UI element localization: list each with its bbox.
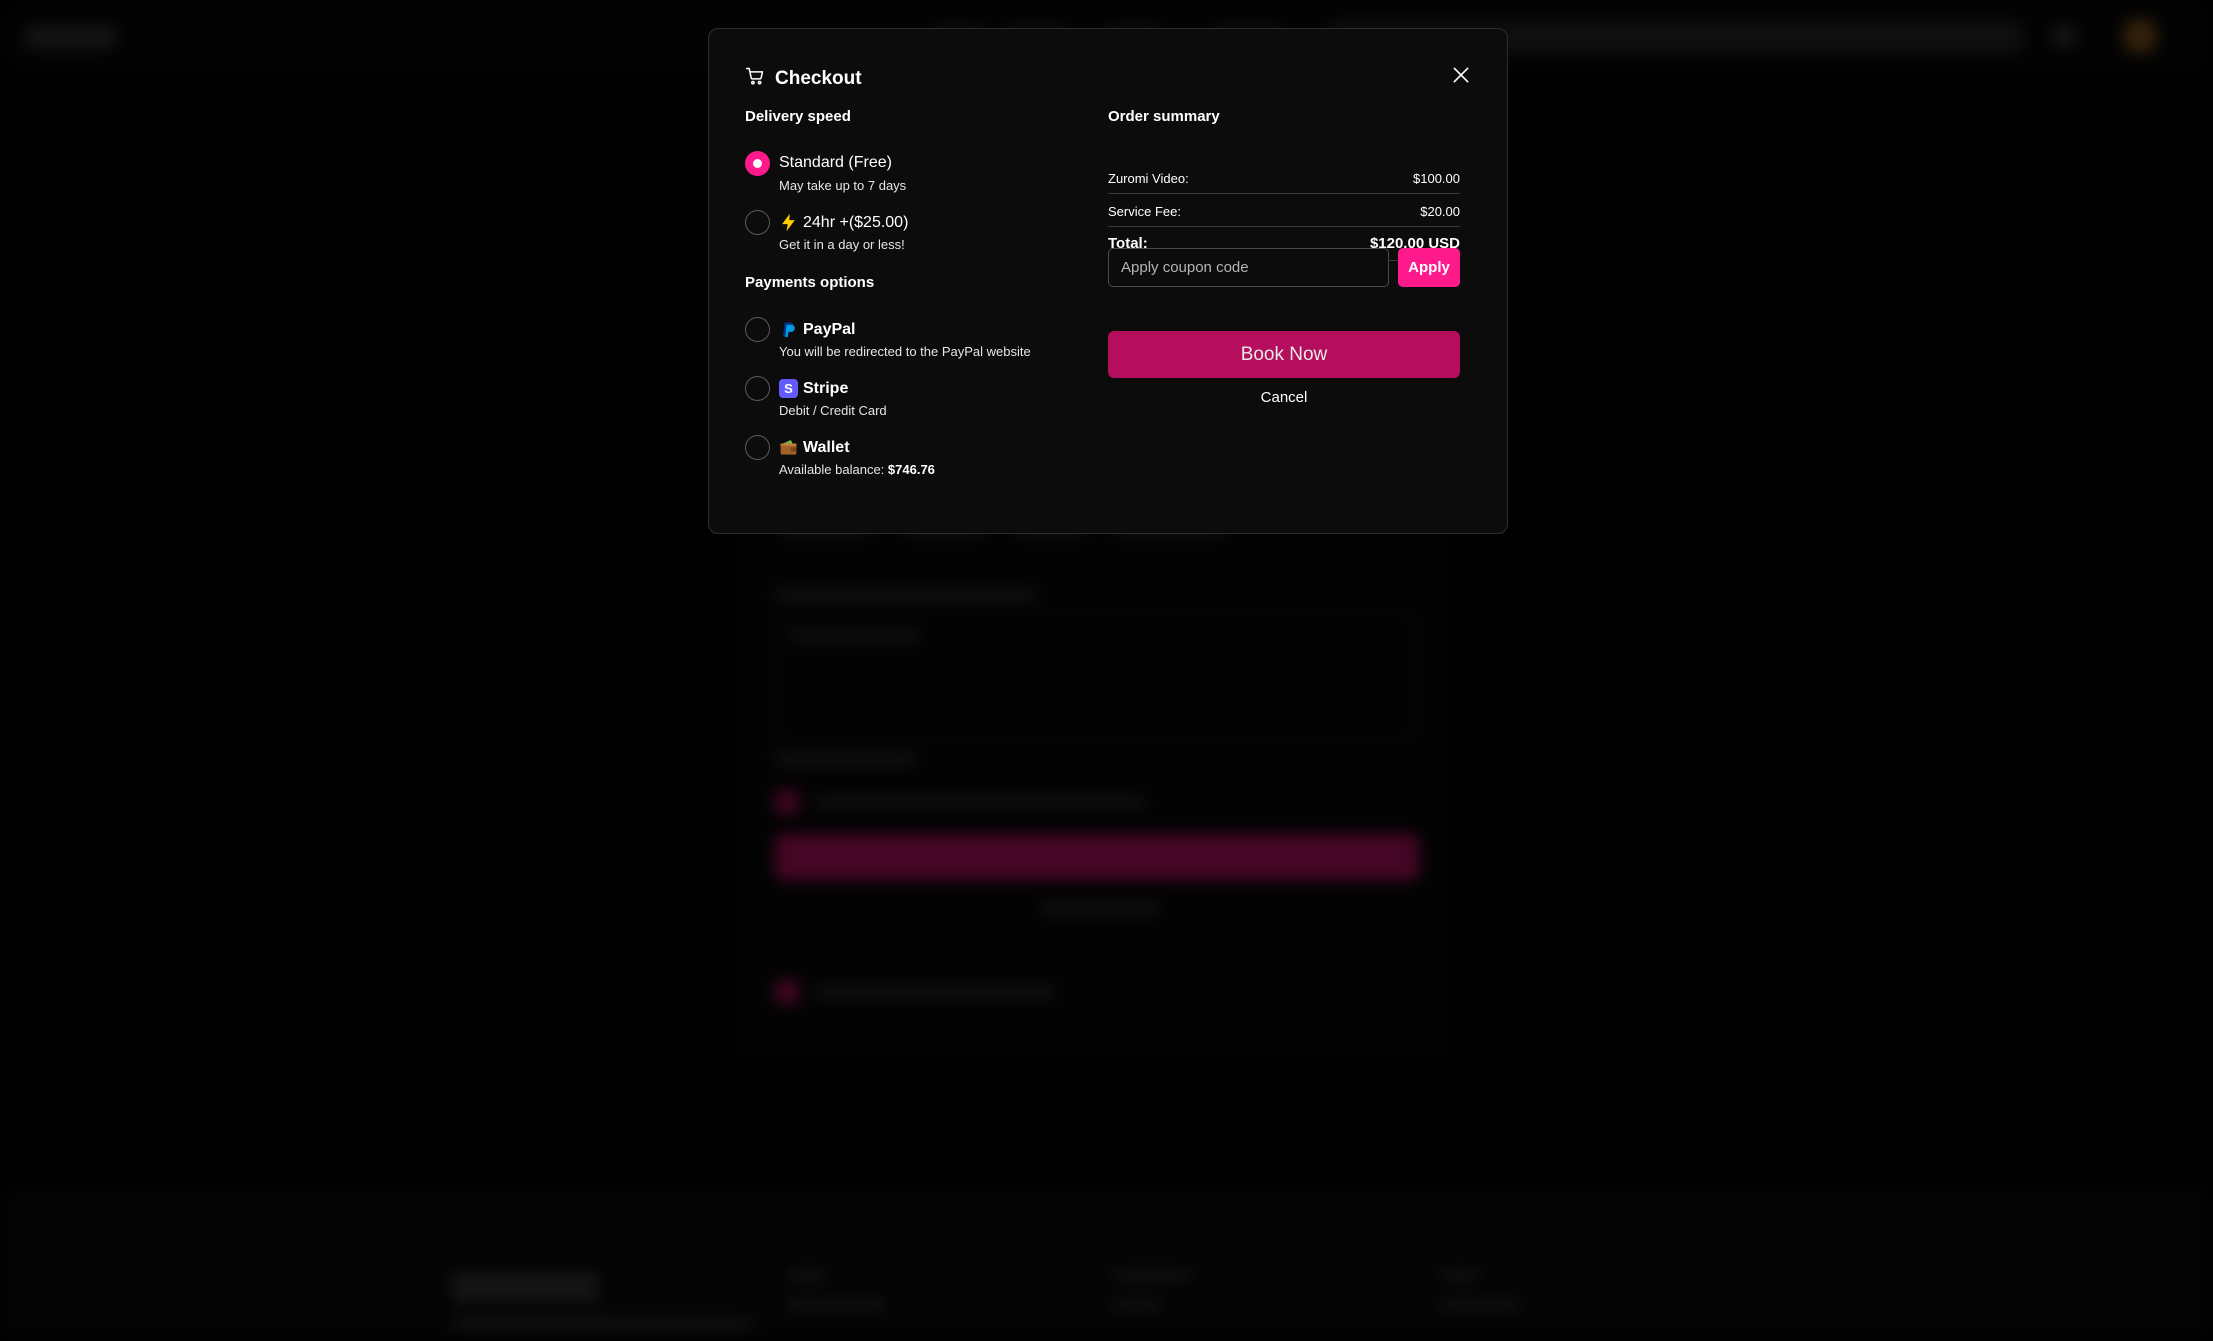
close-button[interactable]: [1449, 65, 1473, 89]
summary-video-label: Zuromi Video:: [1108, 171, 1189, 186]
delivery-24hr-subtitle: Get it in a day or less!: [779, 237, 905, 252]
delivery-speed-title: Delivery speed: [745, 108, 851, 125]
payment-option-stripe[interactable]: S Stripe Debit / Credit Card: [745, 376, 1075, 430]
summary-divider: [1108, 193, 1460, 194]
payment-stripe-label-row: S Stripe: [779, 379, 848, 398]
summary-fee-value: $20.00: [1420, 204, 1460, 219]
delivery-24hr-label: 24hr +($25.00): [803, 213, 909, 231]
close-icon: [1451, 65, 1471, 90]
payment-option-paypal[interactable]: PayPal You will be redirected to the Pay…: [745, 317, 1075, 371]
payment-stripe-label: Stripe: [803, 379, 849, 397]
payment-wallet-label-row: Wallet: [779, 438, 850, 457]
cancel-button[interactable]: Cancel: [1108, 385, 1460, 409]
payment-option-wallet[interactable]: Wallet Available balance: $746.76: [745, 435, 1075, 489]
order-summary-title: Order summary: [1108, 108, 1220, 125]
book-now-button[interactable]: Book Now: [1108, 331, 1460, 378]
payment-wallet-label: Wallet: [803, 438, 850, 456]
payment-wallet-subtitle: Available balance: $746.76: [779, 462, 935, 477]
delivery-standard-radio[interactable]: [745, 151, 770, 176]
modal-title: Checkout: [775, 68, 862, 89]
coupon-input[interactable]: [1108, 248, 1389, 287]
payment-options-title: Payments options: [745, 274, 875, 291]
lightning-icon: [779, 213, 798, 232]
summary-fee-label: Service Fee:: [1108, 204, 1181, 219]
payment-stripe-radio[interactable]: [745, 376, 770, 401]
wallet-balance: $746.76: [887, 462, 935, 477]
delivery-standard-label: Standard (Free): [779, 154, 892, 171]
delivery-option-standard[interactable]: Standard (Free) May take up to 7 days: [745, 151, 1075, 205]
stripe-icon: S: [779, 379, 798, 398]
payment-paypal-label-row: PayPal: [779, 320, 855, 339]
summary-divider: [1108, 226, 1460, 227]
payment-paypal-label: PayPal: [803, 320, 856, 338]
payment-stripe-subtitle: Debit / Credit Card: [779, 403, 887, 418]
wallet-icon: [779, 438, 798, 457]
payment-paypal-subtitle: You will be redirected to the PayPal web…: [779, 344, 1031, 359]
delivery-24hr-radio[interactable]: [745, 210, 770, 235]
summary-row-video: Zuromi Video: $100.00: [1108, 171, 1460, 186]
cart-icon: [745, 66, 765, 92]
summary-video-value: $100.00: [1413, 171, 1460, 186]
checkout-modal: Checkout Delivery speed Standard (Free) …: [708, 28, 1508, 534]
payment-wallet-radio[interactable]: [745, 435, 770, 460]
modal-header: Checkout: [745, 66, 862, 92]
delivery-24hr-label-row: 24hr +($25.00): [779, 213, 908, 232]
payment-paypal-radio[interactable]: [745, 317, 770, 342]
summary-row-service-fee: Service Fee: $20.00: [1108, 204, 1460, 219]
paypal-icon: [779, 320, 798, 339]
apply-coupon-button[interactable]: Apply: [1398, 248, 1460, 287]
delivery-option-24hr[interactable]: 24hr +($25.00) Get it in a day or less!: [745, 210, 1075, 264]
delivery-standard-subtitle: May take up to 7 days: [779, 178, 907, 193]
wallet-balance-prefix: Available balance:: [779, 462, 888, 477]
